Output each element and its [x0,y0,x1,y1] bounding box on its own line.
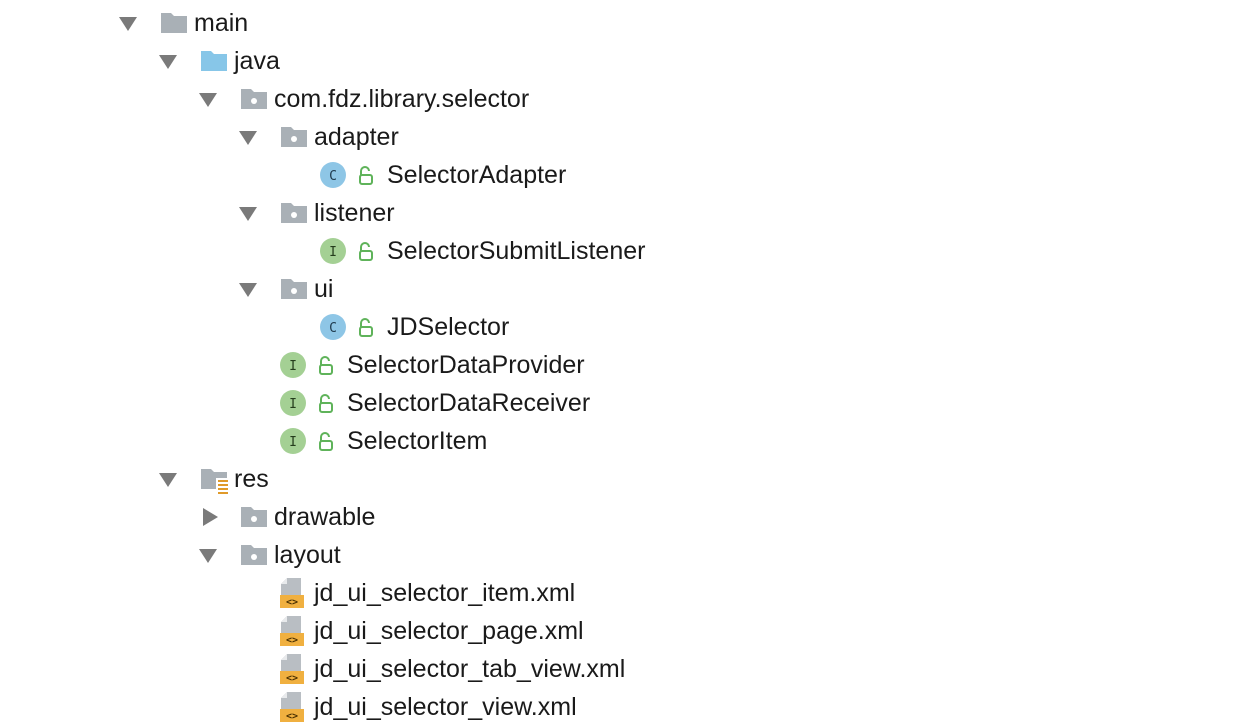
xml-file-icon: <> [280,578,304,608]
tree-item-label: listener [314,199,395,227]
tree-item-label: ui [314,275,334,303]
project-tree: main java com.fdz.library.selector adapt… [0,0,1250,728]
svg-text:C: C [329,321,337,336]
tree-item-label: SelectorItem [347,427,488,455]
interface-icon: I [280,352,306,378]
tree-item-java[interactable]: java [0,42,900,80]
public-lock-icon [359,242,373,261]
svg-text:<>: <> [286,673,298,684]
tree-item-xml-file[interactable]: <> jd_ui_selector_page.xml [0,612,900,650]
tree-item-listener[interactable]: listener [0,194,900,232]
tree-item-label: adapter [314,123,399,151]
expand-arrow-icon[interactable] [159,55,177,69]
public-lock-icon [359,166,373,185]
svg-text:<>: <> [286,711,298,722]
expand-arrow-icon[interactable] [239,207,257,221]
tree-item-ui[interactable]: ui [0,270,900,308]
tree-item-layout[interactable]: layout [0,536,900,574]
tree-item-selector-adapter[interactable]: C SelectorAdapter [0,156,900,194]
svg-text:<>: <> [286,597,298,608]
public-lock-icon [319,432,333,451]
folder-icon [161,13,187,33]
xml-file-icon: <> [280,616,304,646]
interface-icon: I [280,428,306,454]
public-lock-icon [359,318,373,337]
package-icon [281,127,307,147]
tree-item-main[interactable]: main [0,4,900,42]
interface-icon: I [280,390,306,416]
class-icon: C [320,314,346,340]
tree-item-label: JDSelector [387,313,510,341]
tree-item-label: drawable [274,503,376,531]
class-icon: C [320,162,346,188]
resource-folder-icon [201,469,230,494]
tree-item-label: SelectorDataProvider [347,351,585,379]
tree-item-label: main [194,9,249,37]
tree-item-label: SelectorSubmitListener [387,237,646,265]
expand-arrow-icon[interactable] [239,283,257,297]
expand-arrow-icon[interactable] [199,549,217,563]
tree-item-label: jd_ui_selector_tab_view.xml [314,655,626,683]
tree-item-selector-data-receiver[interactable]: I SelectorDataReceiver [0,384,900,422]
tree-item-xml-file[interactable]: <> jd_ui_selector_view.xml [0,688,900,726]
source-folder-icon [201,51,227,71]
public-lock-icon [319,394,333,413]
tree-item-label: res [234,465,269,493]
tree-item-drawable[interactable]: drawable [0,498,900,536]
tree-item-label: jd_ui_selector_view.xml [314,693,577,721]
svg-text:I: I [289,435,297,450]
collapse-arrow-icon[interactable] [203,508,218,526]
tree-item-package-root[interactable]: com.fdz.library.selector [0,80,900,118]
tree-item-label: SelectorDataReceiver [347,389,591,417]
xml-file-icon: <> [280,654,304,684]
svg-text:I: I [289,359,297,374]
public-lock-icon [319,356,333,375]
svg-text:C: C [329,169,337,184]
package-icon [241,507,267,527]
tree-item-label: com.fdz.library.selector [274,85,530,113]
package-icon [281,279,307,299]
svg-text:I: I [289,397,297,412]
tree-item-xml-file[interactable]: <> jd_ui_selector_tab_view.xml [0,650,900,688]
package-icon [241,89,267,109]
tree-item-label: jd_ui_selector_item.xml [314,579,576,607]
xml-file-icon: <> [280,692,304,722]
expand-arrow-icon[interactable] [159,473,177,487]
svg-text:<>: <> [286,635,298,646]
tree-item-label: layout [274,541,341,569]
tree-item-label: jd_ui_selector_page.xml [314,617,584,645]
tree-item-xml-file[interactable]: <> jd_ui_selector_item.xml [0,574,900,612]
expand-arrow-icon[interactable] [239,131,257,145]
tree-item-label: SelectorAdapter [387,161,567,189]
tree-item-jdselector[interactable]: C JDSelector [0,308,900,346]
expand-arrow-icon[interactable] [119,17,137,31]
tree-item-res[interactable]: res [0,460,900,498]
tree-item-selector-data-provider[interactable]: I SelectorDataProvider [0,346,900,384]
package-icon [281,203,307,223]
interface-icon: I [320,238,346,264]
tree-item-selector-item[interactable]: I SelectorItem [0,422,900,460]
expand-arrow-icon[interactable] [199,93,217,107]
tree-item-label: java [234,47,280,75]
tree-item-adapter[interactable]: adapter [0,118,900,156]
tree-item-selector-submit-listener[interactable]: I SelectorSubmitListener [0,232,900,270]
svg-text:I: I [329,245,337,260]
package-icon [241,545,267,565]
